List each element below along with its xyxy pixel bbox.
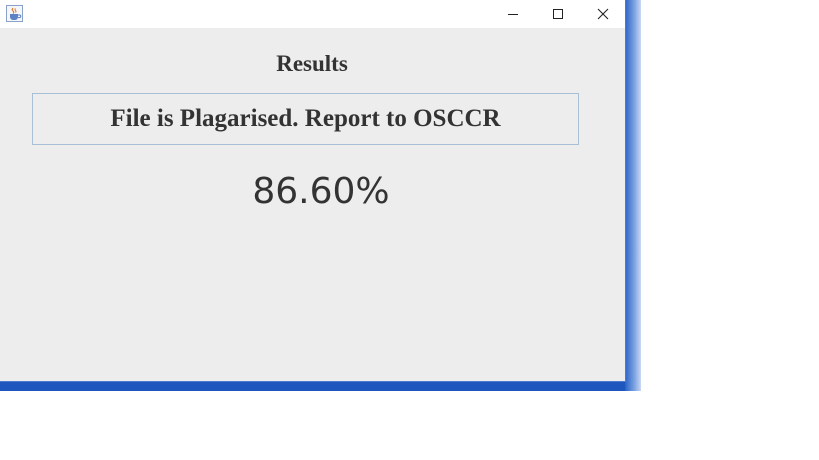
similarity-percentage: 86.60%: [252, 171, 390, 212]
minimize-button[interactable]: [490, 0, 535, 28]
title-bar[interactable]: [0, 0, 625, 28]
java-app-icon[interactable]: [6, 5, 23, 22]
maximize-button[interactable]: [535, 0, 580, 28]
minimize-icon: [507, 14, 518, 15]
results-panel: Results File is Plagarised. Report to OS…: [0, 28, 625, 381]
verdict-box: File is Plagarised. Report to OSCCR: [32, 93, 579, 145]
results-window: Results File is Plagarised. Report to OS…: [0, 0, 626, 382]
maximize-icon: [552, 9, 563, 19]
results-heading: Results: [276, 51, 348, 76]
close-icon: [597, 8, 608, 20]
close-button[interactable]: [580, 0, 625, 28]
verdict-label: File is Plagarised. Report to OSCCR: [110, 105, 501, 132]
